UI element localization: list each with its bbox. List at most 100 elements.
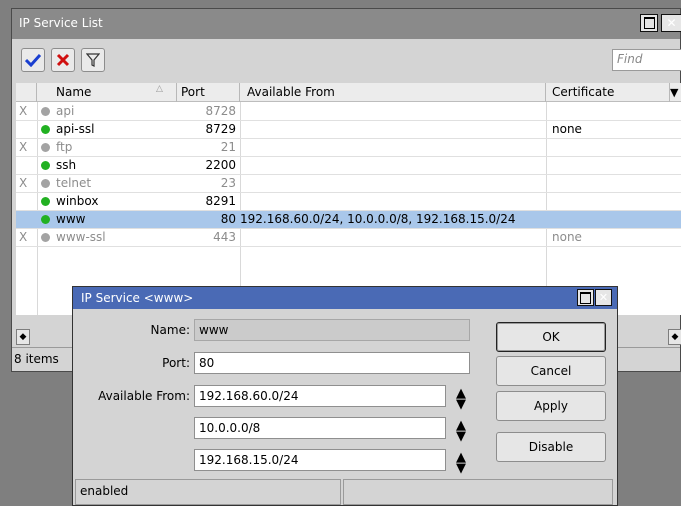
maximize-icon[interactable] — [640, 14, 658, 32]
row-available-from — [240, 157, 546, 175]
column-header-name[interactable]: Name △ — [37, 83, 177, 102]
column-header-available-from[interactable]: Available From — [240, 83, 546, 102]
item-count: 8 items — [14, 352, 59, 366]
column-menu-icon[interactable]: ▼ — [670, 86, 678, 99]
available-from-field-3[interactable]: 192.168.15.0/24 — [194, 449, 446, 471]
disable-button[interactable] — [51, 48, 75, 72]
table-row[interactable]: Xwww-ssl 443 none — [16, 229, 681, 247]
service-table: Name △ Port Available From Certificate ▼… — [16, 83, 681, 315]
row-name: ssh — [56, 158, 77, 172]
close-icon[interactable]: ✕ — [661, 14, 681, 32]
dialog-close-icon[interactable]: ✕ — [595, 289, 612, 306]
status-dot-icon — [41, 233, 50, 242]
row-available-from — [240, 121, 546, 139]
row-port: 80 — [220, 212, 236, 226]
disable-button[interactable]: Disable — [496, 432, 606, 462]
table-row[interactable]: winbox 8291 — [16, 193, 681, 211]
ip-service-dialog: IP Service <www> ✕ Name: www Port: 80 Av… — [72, 286, 618, 506]
row-certificate — [552, 193, 672, 211]
column-header-name-label: Name — [56, 85, 92, 99]
column-header-flag[interactable] — [16, 83, 37, 102]
row-available-from: 192.168.60.0/24, 10.0.0.0/8, 192.168.15.… — [240, 212, 516, 226]
table-row[interactable]: api-ssl 8729 none — [16, 121, 681, 139]
status-dot-icon — [41, 161, 50, 170]
status-dot-icon — [41, 143, 50, 152]
available-from-field-2[interactable]: 10.0.0.0/8 — [194, 417, 446, 439]
row-certificate — [552, 211, 672, 229]
column-header-port[interactable]: Port — [177, 83, 240, 102]
row-flag: X — [19, 140, 28, 154]
row-certificate — [552, 139, 672, 157]
add-remove-address-icon[interactable]: ▲ ▼ — [454, 387, 468, 411]
row-flag: X — [19, 176, 28, 190]
row-name: api-ssl — [56, 122, 95, 136]
apply-button[interactable]: Apply — [496, 391, 606, 421]
row-port: 8728 — [205, 104, 236, 118]
name-label: Name: — [150, 323, 190, 337]
row-flag — [19, 193, 35, 211]
row-available-from — [240, 229, 546, 247]
row-name: api — [56, 104, 75, 118]
row-port: 21 — [220, 140, 236, 154]
row-name: telnet — [56, 176, 92, 190]
row-name: www — [56, 212, 86, 226]
ok-button[interactable]: OK — [496, 322, 606, 352]
status-dot-icon — [41, 215, 50, 224]
main-window-title: IP Service List — [19, 16, 103, 30]
row-certificate: none — [552, 122, 582, 136]
row-available-from — [240, 103, 546, 121]
dialog-status-extra — [343, 479, 613, 505]
row-flag: X — [19, 230, 28, 244]
row-port: 8729 — [205, 122, 236, 136]
status-dot-icon — [41, 197, 50, 206]
status-dot-icon — [41, 125, 50, 134]
add-remove-address-icon[interactable]: ▲ ▼ — [454, 419, 468, 443]
find-input[interactable]: Find — [612, 49, 681, 71]
port-label: Port: — [162, 356, 190, 370]
available-from-field-1[interactable]: 192.168.60.0/24 — [194, 385, 446, 407]
cancel-button[interactable]: Cancel — [496, 356, 606, 386]
status-dot-icon — [41, 107, 50, 116]
dialog-title-bar[interactable]: IP Service <www> ✕ — [73, 287, 617, 309]
row-name: www-ssl — [56, 230, 106, 244]
main-title-bar[interactable]: IP Service List ✕ — [12, 9, 681, 39]
enable-button[interactable] — [21, 48, 45, 72]
add-remove-address-icon[interactable]: ▲ ▼ — [454, 451, 468, 475]
row-certificate: none — [552, 230, 582, 244]
port-field[interactable]: 80 — [194, 352, 470, 374]
table-row[interactable]: Xftp 21 — [16, 139, 681, 157]
row-available-from — [240, 193, 546, 211]
row-certificate — [552, 103, 672, 121]
name-field: www — [194, 319, 470, 341]
table-row[interactable]: Xtelnet 23 — [16, 175, 681, 193]
row-flag: X — [19, 104, 28, 118]
row-port: 8291 — [205, 194, 236, 208]
scroll-right-icon[interactable]: ◆ — [668, 329, 681, 345]
toolbar: Find — [12, 39, 681, 81]
row-name: ftp — [56, 140, 73, 154]
row-certificate — [552, 175, 672, 193]
dialog-maximize-icon[interactable] — [577, 289, 594, 306]
filter-button[interactable] — [81, 48, 105, 72]
dialog-status: enabled — [75, 479, 341, 505]
available-from-label: Available From: — [98, 389, 190, 403]
column-header-certificate[interactable]: Certificate — [546, 83, 670, 102]
table-row[interactable]: www 80 192.168.60.0/24, 10.0.0.0/8, 192.16… — [16, 211, 681, 229]
table-row[interactable]: ssh 2200 — [16, 157, 681, 175]
row-name: winbox — [56, 194, 99, 208]
scroll-left-icon[interactable]: ◆ — [16, 329, 30, 345]
row-port: 2200 — [205, 158, 236, 172]
row-certificate — [552, 157, 672, 175]
dialog-title: IP Service <www> — [81, 291, 194, 305]
row-port: 443 — [213, 230, 236, 244]
checkmark-icon — [25, 53, 41, 67]
table-header: Name △ Port Available From Certificate ▼ — [16, 83, 681, 102]
row-flag — [19, 157, 35, 175]
row-available-from — [240, 175, 546, 193]
status-dot-icon — [41, 179, 50, 188]
row-available-from — [240, 139, 546, 157]
x-icon — [56, 53, 70, 67]
table-row[interactable]: Xapi 8728 — [16, 103, 681, 121]
row-flag — [19, 211, 35, 229]
sort-asc-icon: △ — [156, 84, 163, 94]
